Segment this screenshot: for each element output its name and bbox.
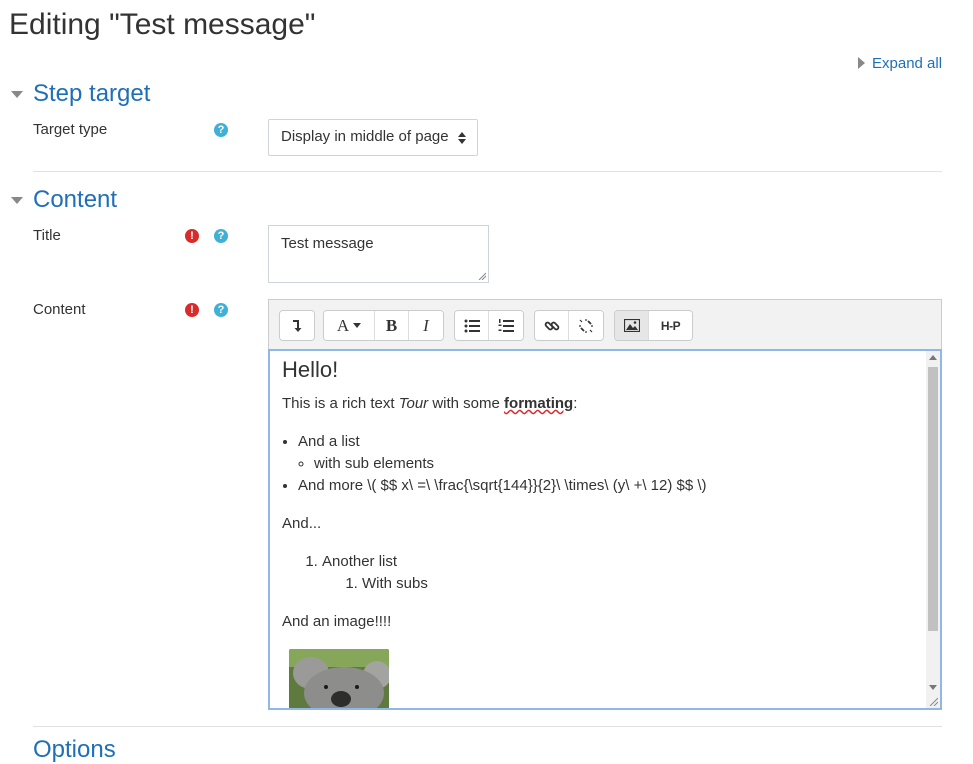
bold-label: B <box>385 315 398 335</box>
title-label: Title <box>33 227 61 244</box>
title-field[interactable]: Test message <box>268 225 489 283</box>
expand-all-label: Expand all <box>872 55 943 72</box>
list-item: And a list with sub elements <box>298 431 922 475</box>
text-run: : <box>573 395 578 412</box>
expand-all-link[interactable]: Expand all <box>858 55 942 72</box>
caret-right-icon <box>858 57 865 69</box>
divider <box>33 171 942 172</box>
scroll-down-icon[interactable] <box>929 685 937 690</box>
scrollbar-thumb[interactable] <box>928 367 938 631</box>
section-title-step-target: Step target <box>33 80 151 107</box>
content-editor[interactable]: Hello! This is a rich text Tour with som… <box>268 349 942 710</box>
editor-toolbar: A B I H-P <box>268 299 942 349</box>
text-run: with some <box>428 395 505 412</box>
editor-content: Hello! This is a rich text Tour with som… <box>282 357 922 709</box>
collapse-button[interactable] <box>280 311 314 340</box>
ordered-list-button[interactable] <box>489 311 523 340</box>
title-value: Test message <box>281 235 374 252</box>
target-type-select[interactable]: Display in middle of page <box>268 119 478 156</box>
editor-heading: Hello! <box>282 357 339 382</box>
list-item: with sub elements <box>314 453 922 475</box>
section-toggle-content[interactable]: Content <box>11 186 117 214</box>
toolbar-group-collapse <box>279 310 315 341</box>
image-icon <box>623 319 640 332</box>
italic-button[interactable]: I <box>409 311 443 340</box>
unlink-icon <box>579 318 593 333</box>
help-icon[interactable]: ? <box>214 229 228 243</box>
divider <box>33 726 942 727</box>
editor-paragraph: And... <box>282 515 322 532</box>
caret-down-icon <box>11 90 23 98</box>
toolbar-group-media: H-P <box>614 310 693 341</box>
bullet-list: And a list with sub elements And more \(… <box>282 431 922 497</box>
list-item-text: Another list <box>322 553 398 570</box>
required-icon: ! <box>185 229 199 243</box>
page-title: Editing "Test message" <box>9 8 316 41</box>
required-icon: ! <box>185 303 199 317</box>
target-type-value: Display in middle of page <box>281 128 449 145</box>
resize-grip-icon[interactable] <box>478 272 486 280</box>
section-title-content: Content <box>33 186 118 213</box>
target-type-label: Target type <box>33 121 108 138</box>
help-icon[interactable]: ? <box>214 123 228 137</box>
text-run: This is a rich text <box>282 395 399 412</box>
sub-list: With subs <box>322 573 922 595</box>
toolbar-group-lists <box>454 310 524 341</box>
unlink-button[interactable] <box>569 311 603 340</box>
editor-paragraph: And an image!!!! <box>282 613 392 630</box>
toolbar-group-links <box>534 310 604 341</box>
list-item: With subs <box>362 573 922 595</box>
bold-misspelled-text: formating <box>504 395 574 412</box>
caret-down-icon <box>353 323 362 328</box>
unordered-list-button[interactable] <box>455 311 489 340</box>
caret-down-icon <box>11 196 23 204</box>
italic-text: Tour <box>398 395 429 412</box>
numbered-list: Another list With subs <box>282 551 922 595</box>
content-label: Content <box>33 301 86 318</box>
arrow-down-icon <box>293 319 302 332</box>
bold-button[interactable]: B <box>375 311 409 340</box>
h5p-button[interactable]: H-P <box>649 311 692 340</box>
italic-label: I <box>423 315 429 335</box>
list-item: And more \( $$ x\ =\ \frac{\sqrt{144}}{2… <box>298 475 922 497</box>
resize-grip-icon[interactable] <box>929 697 938 706</box>
editor-scrollbar[interactable] <box>926 351 940 708</box>
link-button[interactable] <box>535 311 569 340</box>
paragraph-styles-label: A <box>336 315 350 335</box>
numbered-list-icon <box>498 318 514 332</box>
scroll-up-icon[interactable] <box>929 355 937 360</box>
list-item: Another list With subs <box>322 551 922 595</box>
link-icon <box>544 321 559 330</box>
koala-image[interactable] <box>289 649 389 709</box>
section-toggle-step-target[interactable]: Step target <box>11 80 150 108</box>
paragraph-styles-button[interactable]: A <box>324 311 375 340</box>
list-item-text: And a list <box>298 433 360 450</box>
toolbar-group-style: A B I <box>323 310 444 341</box>
h5p-label: H-P <box>660 318 681 333</box>
section-title-options[interactable]: Options <box>33 736 116 764</box>
select-arrows-icon <box>458 132 466 144</box>
bullet-list-icon <box>464 319 480 332</box>
sub-list: with sub elements <box>298 453 922 475</box>
image-button[interactable] <box>615 311 649 340</box>
editor-paragraph: This is a rich text Tour with some forma… <box>282 393 922 415</box>
help-icon[interactable]: ? <box>214 303 228 317</box>
